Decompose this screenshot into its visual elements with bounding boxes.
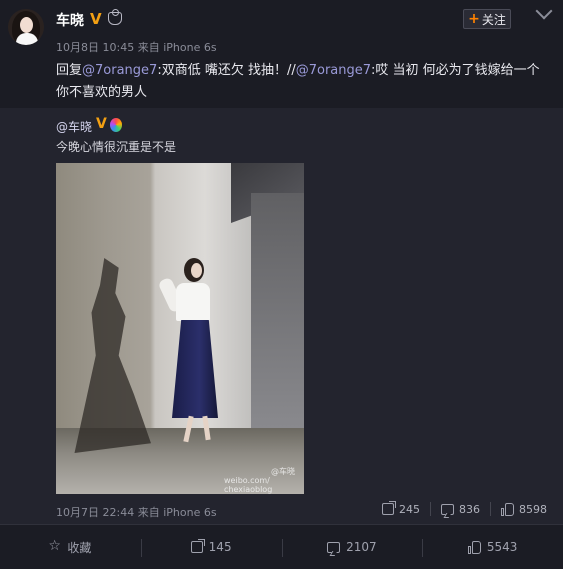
repost-photo[interactable]: @车晓 weibo.com/ chexiaoblog [56, 163, 304, 494]
photo-skirt [172, 320, 218, 418]
post-date[interactable]: 10月8日 10:45 [56, 41, 134, 54]
repost-button[interactable]: 145 [140, 525, 282, 569]
post-text-part: :双商低 嘴还欠 找抽！// [157, 63, 296, 78]
repost-count: 145 [208, 540, 232, 554]
photo-watermark-url: weibo.com/ chexiaoblog [224, 476, 273, 494]
photo-shadow [74, 258, 151, 453]
post-client[interactable]: iPhone 6s [163, 41, 216, 54]
favorite-button[interactable]: 收藏 [0, 525, 141, 569]
repost-meta: 10月7日 22:44 来自 iPhone 6s [56, 504, 217, 520]
repost-text: 今晚心情很沉重是不是 [56, 140, 177, 154]
comment-icon [327, 541, 341, 553]
like-count: 5543 [486, 540, 518, 554]
repost-client[interactable]: iPhone 6s [163, 506, 216, 519]
thumbs-up-icon [501, 502, 514, 516]
verified-icon: V [96, 116, 107, 132]
repost-comment-count[interactable]: 836 [441, 503, 480, 516]
divider [490, 502, 491, 516]
mention-link[interactable]: @7orange7 [82, 63, 157, 78]
thumbs-up-icon [467, 540, 481, 554]
repost-date[interactable]: 10月7日 22:44 [56, 506, 134, 519]
photo-leg [183, 415, 194, 443]
action-bar: 收藏 145 2107 5543 [0, 524, 563, 569]
repost-like-number: 8598 [519, 502, 547, 516]
reply-prefix: 回复 [56, 63, 83, 78]
star-icon [48, 538, 61, 554]
repost-like-count[interactable]: 8598 [501, 502, 547, 516]
avatar[interactable] [8, 9, 44, 45]
follow-button[interactable]: + 关注 [463, 9, 511, 29]
plus-icon: + [468, 11, 480, 27]
share-icon [190, 539, 205, 553]
chevron-down-icon[interactable] [535, 2, 553, 20]
follow-label: 关注 [481, 12, 506, 27]
photo-wall [251, 193, 304, 433]
post-source-label: 来自 [137, 41, 160, 54]
photo-leg [202, 415, 211, 441]
repost-comment-number: 836 [459, 502, 480, 516]
mention-link[interactable]: @7orange7 [296, 63, 371, 78]
repost-username[interactable]: @车晓 [56, 118, 92, 135]
rainbow-badge-icon [110, 118, 122, 132]
photo-top [176, 283, 210, 321]
repost-card: @车晓 V 今晚心情很沉重是不是 @车晓 weibo.com/ chexiaob… [0, 108, 563, 524]
post-meta: 10月8日 10:45 来自 iPhone 6s [56, 39, 217, 55]
avatar-face [20, 17, 33, 33]
share-icon [382, 501, 396, 515]
like-button[interactable]: 5543 [422, 525, 563, 569]
repost-repost-count[interactable]: 245 [382, 501, 420, 516]
avatar-body [16, 33, 38, 45]
verified-icon: V [90, 10, 102, 28]
weibo-post: 车晓 V + 关注 10月8日 10:45 来自 iPhone 6s 回复@7o… [0, 0, 563, 569]
repost-stats: 245 836 8598 [382, 501, 547, 516]
photo-person [157, 258, 234, 453]
repost-repost-number: 245 [399, 502, 420, 516]
comment-count: 2107 [346, 540, 377, 554]
crown-icon[interactable] [108, 9, 122, 25]
comment-button[interactable]: 2107 [281, 525, 423, 569]
photo-face [191, 263, 202, 278]
divider [430, 502, 431, 516]
repost-source-label: 来自 [137, 506, 160, 519]
post-text: 回复@7orange7:双商低 嘴还欠 找抽！//@7orange7:哎 当初 … [56, 60, 551, 104]
comment-icon [441, 503, 454, 515]
favorite-label: 收藏 [67, 540, 92, 555]
username[interactable]: 车晓 [56, 10, 84, 30]
